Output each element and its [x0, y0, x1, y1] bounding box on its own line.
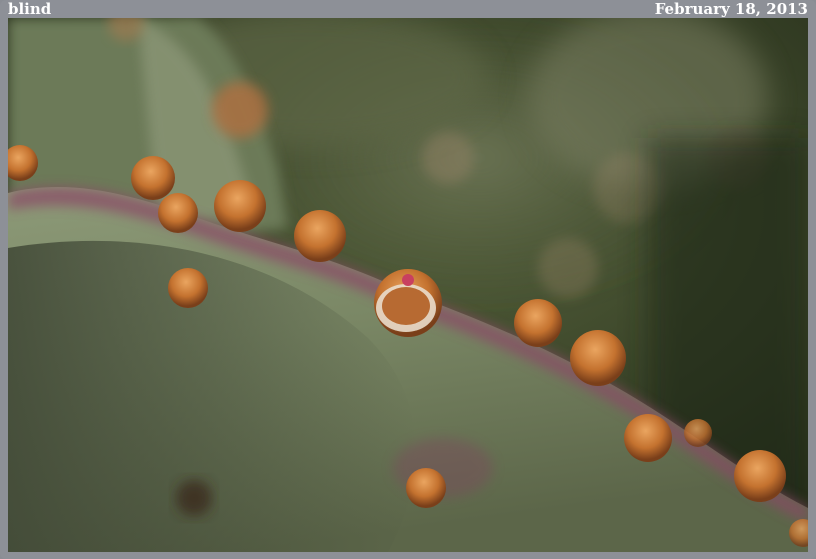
header-bar: blind February 18, 2013	[0, 0, 816, 18]
photo-title: blind	[8, 0, 52, 18]
cactus-image	[8, 18, 808, 552]
cactus-photo	[8, 18, 808, 552]
photo-frame: blind February 18, 2013	[0, 0, 816, 559]
photo-date: February 18, 2013	[654, 0, 808, 18]
